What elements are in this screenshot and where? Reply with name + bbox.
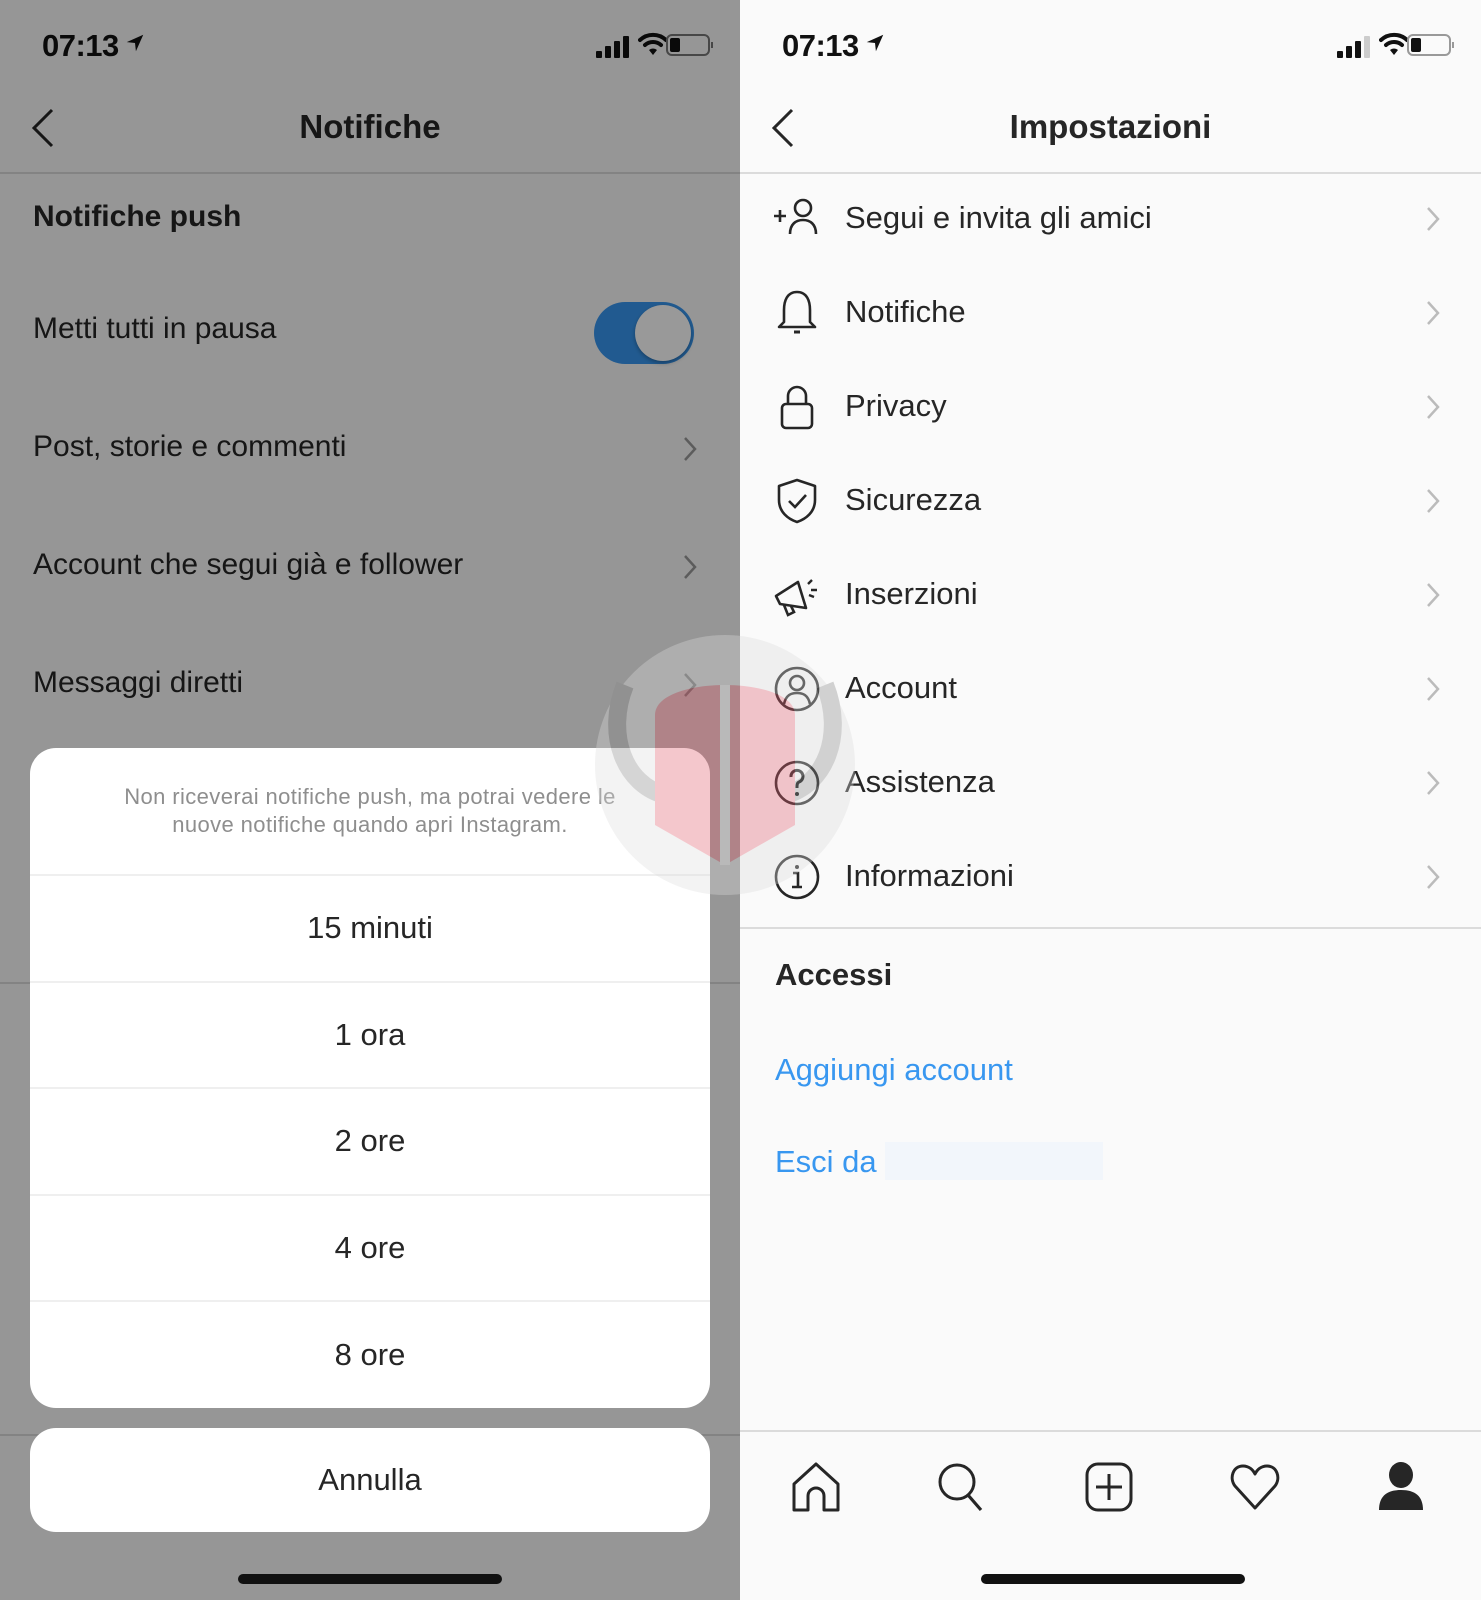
chevron-right-icon	[1427, 489, 1440, 513]
megaphone-icon	[774, 579, 817, 617]
settings-screen: 07:13 Impostazioni Segui e invita gli am…	[740, 0, 1481, 1600]
chevron-right-icon	[1427, 771, 1440, 795]
menu-label: Informazioni	[845, 858, 1014, 893]
user-circle-icon	[774, 666, 820, 712]
option-1-hour[interactable]: 1 ora	[30, 983, 710, 1089]
menu-label: Inserzioni	[845, 576, 978, 611]
profile-icon[interactable]	[1373, 1460, 1429, 1516]
menu-item-notifications[interactable]: Notifiche	[740, 266, 1481, 360]
menu-item-privacy[interactable]: Privacy	[740, 360, 1481, 454]
chevron-right-icon	[1427, 865, 1440, 889]
menu-item-info[interactable]: Informazioni	[740, 830, 1481, 924]
redacted-username	[885, 1142, 1103, 1180]
menu-label: Sicurezza	[845, 482, 982, 517]
pause-duration-sheet: Non riceverai notifiche push, ma potrai …	[30, 748, 710, 1408]
chevron-right-icon	[1427, 677, 1440, 701]
menu-label: Segui e invita gli amici	[845, 200, 1152, 235]
search-icon[interactable]	[933, 1460, 989, 1516]
menu-item-ads[interactable]: Inserzioni	[740, 548, 1481, 642]
chevron-right-icon	[1427, 301, 1440, 325]
location-arrow-icon	[866, 34, 884, 52]
add-post-icon[interactable]	[1081, 1460, 1137, 1516]
heart-icon[interactable]	[1227, 1460, 1283, 1516]
battery-icon	[1407, 34, 1454, 56]
page-title: Impostazioni	[1009, 108, 1212, 145]
chevron-right-icon	[1427, 207, 1440, 231]
chevron-right-icon	[1427, 583, 1440, 607]
menu-item-follow-invite[interactable]: Segui e invita gli amici	[740, 172, 1481, 266]
status-bar: 07:13	[740, 22, 1481, 66]
home-indicator[interactable]	[981, 1574, 1245, 1584]
chevron-right-icon	[1427, 395, 1440, 419]
menu-item-help[interactable]: Assistenza	[740, 736, 1481, 830]
menu-label: Assistenza	[845, 764, 995, 799]
shield-check-icon	[777, 478, 817, 524]
add-person-icon	[774, 198, 818, 235]
option-2-hours[interactable]: 2 ore	[30, 1089, 710, 1196]
menu-item-security[interactable]: Sicurezza	[740, 454, 1481, 548]
lock-icon	[780, 385, 814, 430]
sheet-message: Non riceverai notifiche push, ma potrai …	[30, 748, 710, 876]
cancel-button[interactable]: Annulla	[30, 1428, 710, 1532]
status-time: 07:13	[782, 28, 859, 63]
home-indicator[interactable]	[238, 1574, 502, 1584]
notifications-screen: 07:13 Notifiche Notifiche push Metti tut…	[0, 0, 740, 1600]
divider	[740, 927, 1481, 929]
logins-section-title: Accessi	[775, 957, 893, 992]
wifi-icon	[1379, 32, 1409, 55]
option-15-min[interactable]: 15 minuti	[30, 876, 710, 983]
menu-label: Notifiche	[845, 294, 966, 329]
menu-item-account[interactable]: Account	[740, 642, 1481, 736]
nav-header: Impostazioni	[740, 90, 1481, 174]
bell-icon	[777, 290, 817, 334]
help-circle-icon	[774, 760, 820, 806]
option-8-hours[interactable]: 8 ore	[30, 1302, 710, 1408]
menu-label: Account	[845, 670, 958, 705]
info-circle-icon	[774, 854, 820, 900]
add-account-link[interactable]: Aggiungi account	[775, 1052, 1013, 1088]
option-4-hours[interactable]: 4 ore	[30, 1196, 710, 1302]
logout-link[interactable]: Esci da	[775, 1144, 877, 1180]
home-icon[interactable]	[788, 1460, 844, 1516]
signal-icon	[1337, 36, 1370, 58]
menu-label: Privacy	[845, 388, 947, 423]
